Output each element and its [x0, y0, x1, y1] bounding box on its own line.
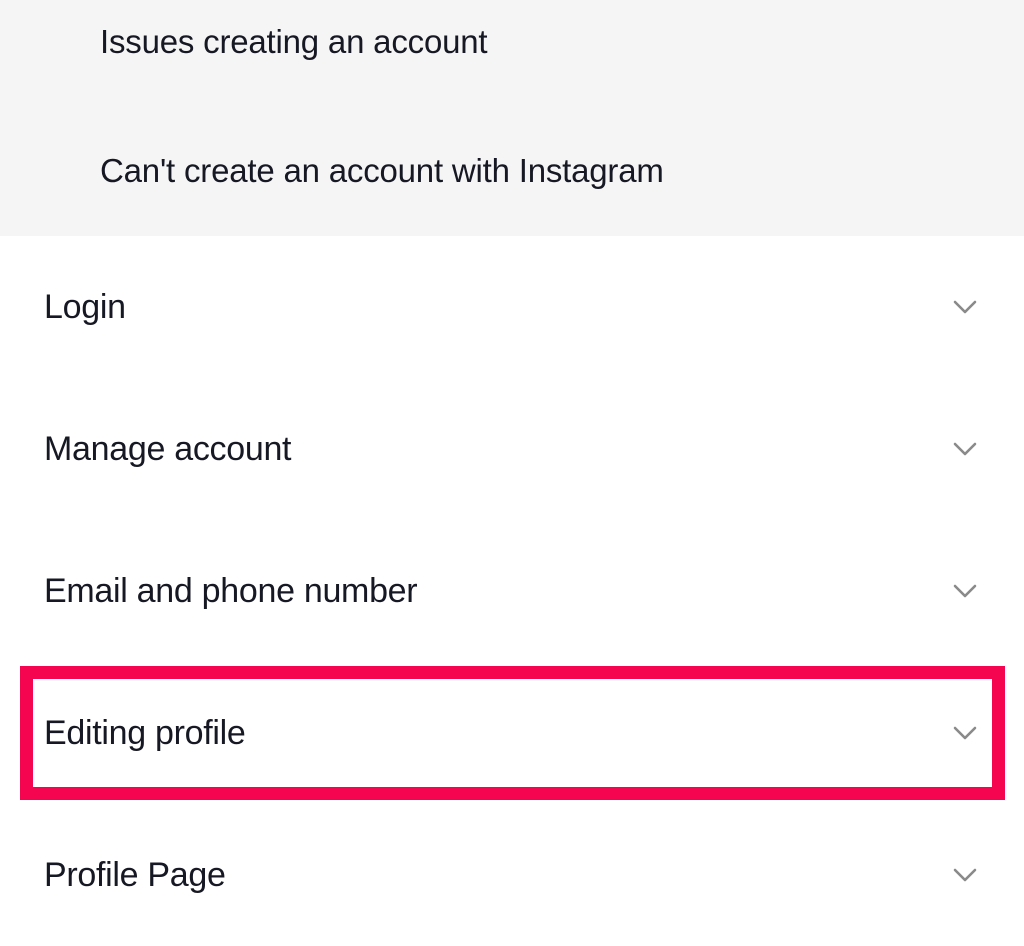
chevron-down-icon[interactable] — [948, 290, 982, 324]
chevron-down-icon[interactable] — [948, 716, 982, 750]
chevron-down-icon[interactable] — [948, 858, 982, 892]
accordion-row-profile-page[interactable]: Profile Page — [0, 804, 1024, 946]
accordion-label: Email and phone number — [44, 572, 418, 610]
article-link-issues-creating-an-account[interactable]: Issues creating an account — [100, 25, 488, 58]
chevron-down-icon[interactable] — [948, 574, 982, 608]
accordion-row-manage-account[interactable]: Manage account — [0, 378, 1024, 520]
accordion-row-editing-profile[interactable]: Editing profile — [0, 662, 1024, 804]
accordion-row-login[interactable]: Login — [0, 236, 1024, 378]
article-link-cant-create-an-account-with-instagram[interactable]: Can't create an account with Instagram — [100, 154, 664, 187]
chevron-down-icon[interactable] — [948, 432, 982, 466]
accordion-label: Login — [44, 288, 126, 326]
help-topics-accordion: Login Manage account Email and phone num… — [0, 236, 1024, 946]
accordion-label: Profile Page — [44, 856, 226, 894]
related-articles-panel: Issues creating an account Can't create … — [0, 0, 1024, 236]
accordion-label: Editing profile — [44, 714, 246, 752]
accordion-row-email-and-phone-number[interactable]: Email and phone number — [0, 520, 1024, 662]
accordion-label: Manage account — [44, 430, 292, 468]
